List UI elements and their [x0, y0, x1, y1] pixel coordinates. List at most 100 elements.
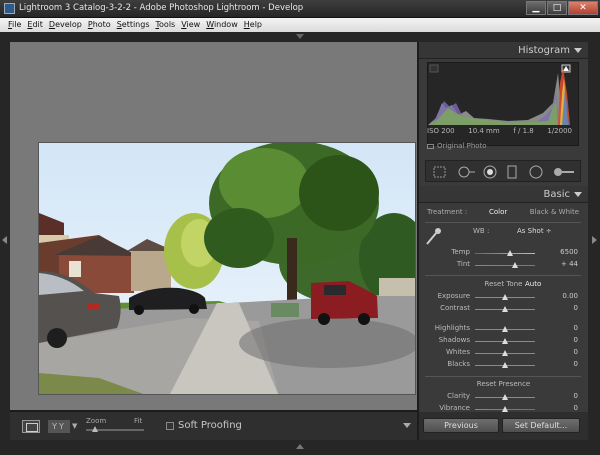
iso-value: ISO 200	[427, 127, 455, 135]
shadow-clipping-icon	[429, 64, 439, 73]
slider-value[interactable]: 0	[574, 336, 578, 344]
set-default-button[interactable]: Set Default...	[502, 418, 580, 433]
slider-value[interactable]: 0	[574, 392, 578, 400]
reset-presence-button[interactable]: Reset Presence	[419, 380, 588, 388]
close-button[interactable]: ✕	[568, 1, 598, 15]
slider-knob[interactable]	[502, 326, 508, 332]
slider-contrast[interactable]: Contrast 0	[419, 304, 588, 315]
reset-tone-button[interactable]: Reset Tone	[419, 280, 588, 288]
spot-removal-icon[interactable]	[456, 165, 476, 179]
slider-blacks[interactable]: Blacks 0	[419, 360, 588, 371]
slider-track[interactable]	[475, 406, 535, 412]
slider-track[interactable]	[475, 250, 535, 256]
slider-track[interactable]	[475, 326, 535, 332]
adjustment-brush-icon[interactable]	[552, 165, 576, 179]
slider-label: Highlights	[434, 324, 470, 332]
menu-photo[interactable]: Photo	[85, 18, 114, 32]
expand-left-panel-icon[interactable]	[2, 236, 7, 244]
slider-knob[interactable]	[502, 306, 508, 312]
slider-highlights[interactable]: Highlights 0	[419, 324, 588, 335]
slider-label: Blacks	[447, 360, 470, 368]
slider-track[interactable]	[475, 262, 535, 268]
slider-knob[interactable]	[502, 394, 508, 400]
loupe-view-button[interactable]	[22, 420, 40, 433]
before-after-button[interactable]: YY	[48, 420, 70, 433]
collapse-top-panel-icon[interactable]	[296, 34, 304, 39]
slider-track[interactable]	[475, 394, 535, 400]
slider-knob[interactable]	[502, 362, 508, 368]
slider-temp[interactable]: Temp 6500	[419, 248, 588, 259]
slider-shadows[interactable]: Shadows 0	[419, 336, 588, 347]
basic-header[interactable]: Basic	[419, 186, 588, 203]
histogram-header[interactable]: Histogram	[419, 42, 588, 59]
slider-track[interactable]	[475, 338, 535, 344]
minimize-button[interactable]: ▁	[526, 1, 546, 15]
slider-value[interactable]: 6500	[560, 248, 578, 256]
slider-whites[interactable]: Whites 0	[419, 348, 588, 359]
slider-value[interactable]: 0	[574, 324, 578, 332]
menu-tools[interactable]: Tools	[153, 18, 179, 32]
divider	[425, 275, 581, 276]
slider-label: Exposure	[437, 292, 470, 300]
slider-knob[interactable]	[502, 294, 508, 300]
collapse-basic-icon[interactable]	[574, 192, 582, 197]
slider-value[interactable]: + 44	[561, 260, 578, 268]
slider-value[interactable]: 0	[574, 304, 578, 312]
slider-value[interactable]: 0	[574, 404, 578, 412]
slider-track[interactable]	[475, 350, 535, 356]
histogram-title: Histogram	[518, 45, 570, 56]
slider-tint[interactable]: Tint + 44	[419, 260, 588, 271]
previous-button[interactable]: Previous	[423, 418, 499, 433]
slider-knob[interactable]	[502, 350, 508, 356]
maximize-button[interactable]: □	[547, 1, 567, 15]
slider-value[interactable]: 0	[574, 348, 578, 356]
slider-value[interactable]: 0.00	[562, 292, 578, 300]
slider-clarity[interactable]: Clarity 0	[419, 392, 588, 403]
slider-knob[interactable]	[506, 250, 513, 256]
soft-proofing-checkbox[interactable]	[166, 422, 174, 430]
slider-track[interactable]	[475, 306, 535, 312]
menu-view[interactable]: View	[178, 18, 203, 32]
slider-value[interactable]: 0	[574, 360, 578, 368]
slider-track[interactable]	[475, 294, 535, 300]
menu-file[interactable]: File	[5, 18, 24, 32]
window-title: Lightroom 3 Catalog-3-2-2 - Adobe Photos…	[19, 3, 304, 13]
slider-vibrance[interactable]: Vibrance 0	[419, 404, 588, 412]
expand-filmstrip-icon[interactable]	[296, 444, 304, 449]
crop-overlay-icon[interactable]	[432, 165, 448, 179]
zoom-label: Zoom	[86, 417, 107, 425]
wb-preset-select[interactable]: As Shot ÷	[517, 227, 552, 235]
photo-preview[interactable]	[38, 142, 416, 395]
app-icon	[4, 3, 15, 14]
slider-knob[interactable]	[502, 338, 508, 344]
toolbar: YY ▼ Zoom Fit Soft Proofing	[10, 411, 417, 440]
shutter-value: 1/2000	[547, 127, 572, 135]
original-photo-indicator: Original Photo	[427, 142, 487, 150]
menu-develop[interactable]: Develop	[46, 18, 85, 32]
graduated-filter-icon[interactable]	[506, 165, 518, 179]
slider-track[interactable]	[475, 362, 535, 368]
menu-help[interactable]: Help	[241, 18, 265, 32]
slider-knob[interactable]	[511, 262, 518, 268]
slider-label: Tint	[456, 260, 470, 268]
auto-tone-button[interactable]: Auto	[525, 280, 545, 288]
collapse-histogram-icon[interactable]	[574, 48, 582, 53]
red-eye-icon[interactable]	[482, 165, 498, 179]
slider-label: Clarity	[447, 392, 470, 400]
slider-exposure[interactable]: Exposure 0.00	[419, 292, 588, 303]
white-balance-row: WB : As Shot ÷	[427, 226, 579, 238]
treatment-color-option[interactable]: Color	[489, 208, 507, 216]
treatment-bw-option[interactable]: Black & White	[530, 208, 579, 216]
before-after-dropdown-icon[interactable]: ▼	[72, 422, 77, 430]
toolbar-options-dropdown-icon[interactable]	[403, 423, 411, 428]
menu-window[interactable]: Window	[203, 18, 241, 32]
collapse-right-panel-icon[interactable]	[592, 236, 597, 244]
slider-label: Shadows	[438, 336, 470, 344]
fit-label: Fit	[134, 417, 143, 425]
zoom-slider[interactable]	[86, 426, 144, 432]
menu-settings[interactable]: Settings	[114, 18, 153, 32]
radial-filter-icon[interactable]	[528, 165, 544, 179]
slider-label: Temp	[451, 248, 470, 256]
menu-edit[interactable]: Edit	[24, 18, 46, 32]
zoom-slider-knob[interactable]	[91, 426, 98, 432]
